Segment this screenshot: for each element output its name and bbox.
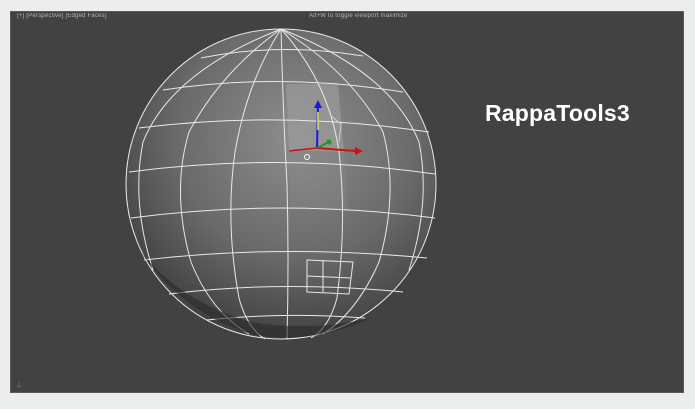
selected-face[interactable] — [286, 84, 344, 152]
scene-canvas[interactable] — [11, 12, 684, 393]
gizmo-y-handle[interactable] — [326, 139, 332, 145]
sphere-body[interactable] — [126, 29, 436, 339]
face-highlight-lower — [289, 150, 348, 210]
perspective-viewport[interactable]: [+] [Perspective] [Edged Faces] Alt+W to… — [10, 11, 684, 393]
sphere-mesh[interactable] — [125, 28, 437, 340]
overlay-title: RappaTools3 — [485, 100, 630, 126]
axis-tripod-icon: ⊥ — [16, 382, 23, 389]
